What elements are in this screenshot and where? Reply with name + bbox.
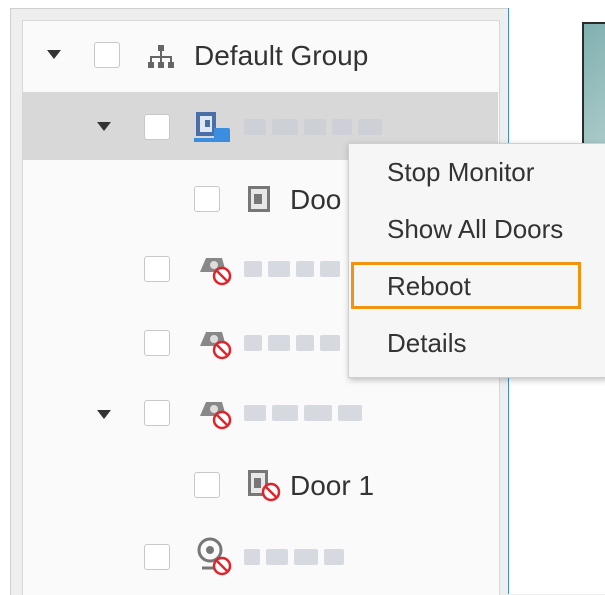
masked-device-name [244, 404, 368, 424]
masked-device-name [244, 260, 346, 280]
expand-arrow-icon[interactable] [97, 410, 111, 419]
checkbox[interactable] [144, 400, 170, 426]
door-icon [248, 186, 270, 212]
checkbox[interactable] [144, 330, 170, 356]
tree-node-default-group[interactable]: Default Group [22, 28, 498, 86]
checkbox[interactable] [94, 42, 120, 68]
offline-device-icon [200, 332, 232, 360]
masked-device-name [244, 118, 388, 138]
offline-door-icon [248, 470, 281, 502]
tree-node-offline-device-expanded[interactable] [22, 384, 498, 442]
tree-node-label: Door 1 [290, 470, 375, 501]
group-tree-icon [148, 45, 174, 68]
context-menu: Stop Monitor Show All Doors Reboot Detai… [348, 143, 605, 378]
menu-item-stop-monitor[interactable]: Stop Monitor [349, 144, 605, 201]
checkbox[interactable] [144, 256, 170, 282]
expand-arrow-icon[interactable] [47, 50, 61, 59]
access-controller-icon [194, 112, 230, 142]
menu-item-reboot[interactable]: Reboot [349, 258, 605, 315]
checkbox[interactable] [144, 114, 170, 140]
offline-device-icon [200, 402, 232, 430]
menu-item-show-all-doors[interactable]: Show All Doors [349, 201, 605, 258]
masked-device-name [244, 548, 350, 568]
menu-item-details[interactable]: Details [349, 315, 605, 372]
tree-node-offline-camera[interactable] [22, 528, 498, 586]
tree-node-door-1[interactable]: Door 1 [22, 458, 498, 516]
expand-arrow-icon[interactable] [97, 122, 111, 131]
masked-device-name [244, 334, 346, 354]
offline-device-icon [200, 258, 232, 286]
checkbox[interactable] [194, 186, 220, 212]
tree-node-label: Doo [290, 184, 342, 215]
tree-node-label: Default Group [194, 40, 369, 71]
offline-camera-icon [197, 537, 232, 576]
checkbox[interactable] [144, 544, 170, 570]
checkbox[interactable] [194, 472, 220, 498]
